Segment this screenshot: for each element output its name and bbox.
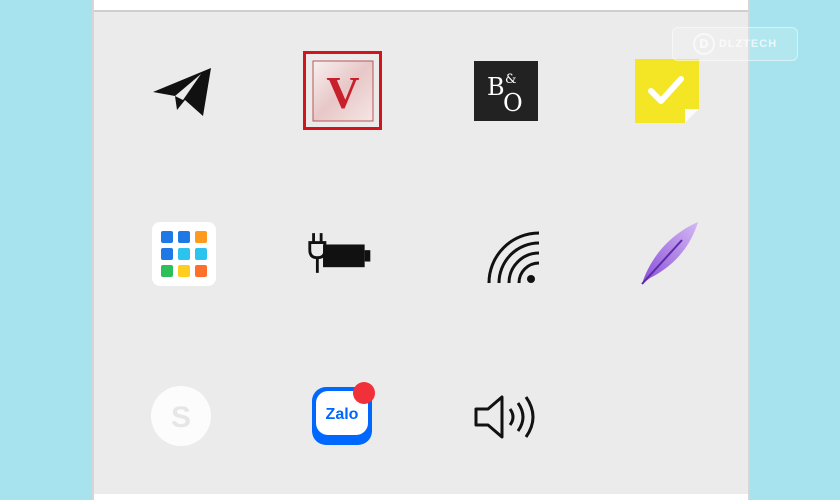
zalo-icon[interactable]: Zalo [308, 380, 378, 450]
app-grid-icon[interactable] [149, 219, 219, 289]
skype-letter: S [171, 401, 191, 434]
watermark-logo: D DLZTECH [672, 27, 798, 61]
volume-icon[interactable] [470, 382, 540, 452]
selected-icon-highlight [303, 51, 382, 130]
bo-letter-b: B [487, 73, 505, 101]
notification-badge [353, 382, 375, 404]
panel-top-edge [94, 0, 748, 12]
telegram-icon[interactable] [147, 55, 217, 125]
watermark-logo-mark: D [692, 33, 715, 55]
bo-ampersand: & [505, 72, 517, 87]
sticky-notes-check-icon[interactable] [632, 56, 702, 126]
panel-bottom-edge [94, 494, 748, 500]
zalo-label: Zalo [326, 406, 359, 423]
bo-letter-o: O [503, 89, 523, 117]
watermark-text: DLZTECH [718, 38, 778, 50]
wifi-icon[interactable] [478, 222, 548, 292]
skype-icon[interactable]: S [146, 381, 216, 451]
battery-charging-icon[interactable] [306, 218, 376, 288]
bang-olufsen-icon[interactable]: B & O [471, 56, 541, 126]
feather-quill-icon[interactable] [634, 218, 704, 288]
